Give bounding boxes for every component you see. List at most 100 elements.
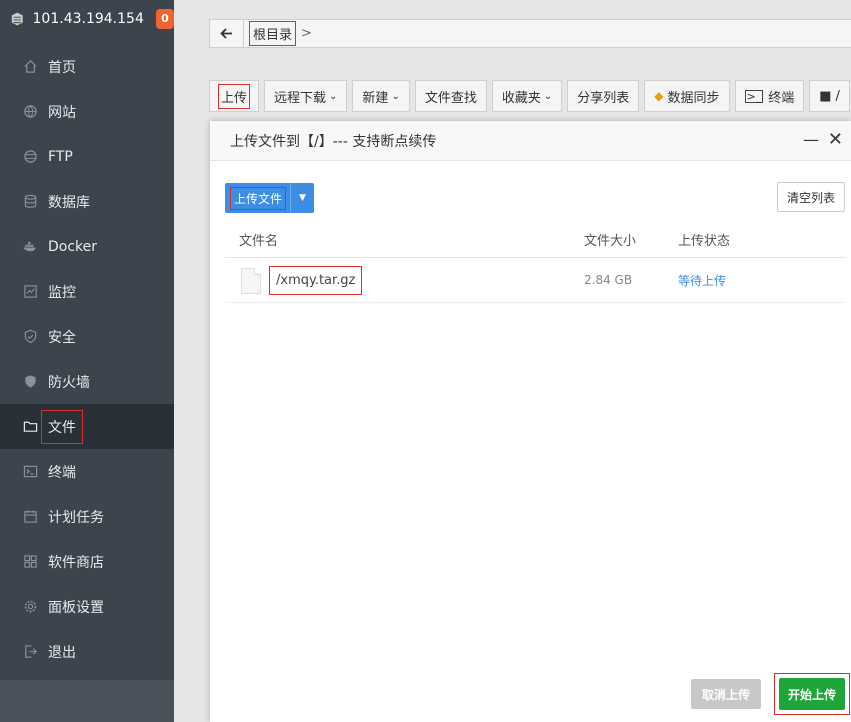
disk-icon: ■ — [819, 88, 832, 104]
disk-button[interactable]: ■ / — [809, 80, 850, 112]
database-icon — [22, 194, 38, 210]
share-list-label: 分享列表 — [577, 90, 630, 106]
terminal-label: 终端 — [768, 90, 795, 106]
dialog-header: 上传文件到【/】--- 支持断点续传 — ✕ — [210, 121, 851, 161]
sidebar-item-label: 首页 — [48, 59, 76, 76]
sidebar: 101.43.194.154 0 首页 网站 FTP 数据库 Docker 监控 — [0, 0, 174, 722]
path-bar: 根目录 > — [209, 19, 851, 48]
remote-download-button[interactable]: 远程下载 ⌄ — [264, 80, 348, 112]
apps-icon — [22, 554, 38, 570]
sidebar-header: 101.43.194.154 0 — [0, 0, 174, 37]
sidebar-item-home[interactable]: 首页 — [0, 44, 174, 89]
sidebar-item-label: FTP — [48, 148, 73, 165]
file-size: 2.84 GB — [584, 273, 633, 287]
upload-dialog: 上传文件到【/】--- 支持断点续传 — ✕ 上传文件 ▼ 清空列表 文件名 文… — [210, 121, 851, 722]
new-label: 新建 — [362, 90, 389, 106]
sidebar-item-settings[interactable]: 面板设置 — [0, 584, 174, 629]
upload-file-button[interactable]: 上传文件 — [225, 183, 291, 213]
sidebar-item-label: 文件 — [41, 409, 83, 444]
file-name: /xmqy.tar.gz — [269, 266, 363, 295]
start-upload-highlight: 开始上传 — [774, 673, 850, 715]
sidebar-item-firewall[interactable]: 防火墙 — [0, 359, 174, 404]
sidebar-item-logout[interactable]: 退出 — [0, 629, 174, 674]
share-list-button[interactable]: 分享列表 — [567, 80, 640, 112]
sidebar-item-label: 退出 — [48, 644, 76, 661]
upload-file-button-group: 上传文件 ▼ — [225, 183, 315, 213]
favorites-label: 收藏夹 — [501, 90, 541, 106]
column-header-name: 文件名 — [239, 234, 279, 249]
globe-icon — [22, 104, 38, 120]
sidebar-item-database[interactable]: 数据库 — [0, 179, 174, 224]
column-header-size: 文件大小 — [584, 234, 637, 249]
sidebar-item-website[interactable]: 网站 — [0, 89, 174, 134]
cancel-upload-button[interactable]: 取消上传 — [691, 679, 761, 709]
terminal-button[interactable]: >_ 终端 — [734, 80, 805, 112]
data-sync-label: 数据同步 — [667, 90, 720, 106]
file-search-label: 文件查找 — [424, 90, 477, 106]
sidebar-item-label: 软件商店 — [48, 554, 104, 571]
file-toolbar: 上传 远程下载 ⌄ 新建 ⌄ 文件查找 收藏夹 ⌄ 分享列表 ◆ 数据同步 >_ 终端 ■… — [209, 80, 850, 112]
upload-status: 等待上传 — [678, 273, 727, 288]
sidebar-menu: 首页 网站 FTP 数据库 Docker 监控 安全 防火墙 文件 终端 计划任… — [0, 44, 174, 674]
remote-download-label: 远程下载 — [274, 90, 327, 106]
upload-button-label: 上传 — [217, 83, 251, 109]
server-logo-icon — [11, 12, 23, 25]
chevron-down-icon: ⌄ — [391, 90, 400, 102]
sidebar-item-ftp[interactable]: FTP — [0, 134, 174, 179]
data-sync-button[interactable]: ◆ 数据同步 — [644, 80, 730, 112]
column-header-status: 上传状态 — [678, 234, 731, 249]
sidebar-item-label: Docker — [48, 238, 98, 255]
clear-list-button[interactable]: 清空列表 — [776, 182, 845, 212]
sidebar-item-label: 网站 — [48, 104, 76, 121]
disk-label: / — [835, 88, 840, 104]
sidebar-footer — [0, 680, 174, 722]
sidebar-item-label: 防火墙 — [48, 374, 90, 391]
minimize-icon[interactable]: — — [803, 130, 819, 149]
sidebar-item-files[interactable]: 文件 — [0, 404, 174, 449]
upload-file-label: 上传文件 — [229, 186, 287, 210]
folder-icon — [22, 419, 38, 435]
gear-icon — [22, 599, 38, 615]
sidebar-item-label: 监控 — [48, 284, 76, 301]
sidebar-item-label: 数据库 — [48, 194, 90, 211]
chevron-down-icon: ⌄ — [329, 90, 338, 102]
close-icon[interactable]: ✕ — [828, 129, 843, 150]
breadcrumb-root[interactable]: 根目录 — [248, 21, 297, 46]
sidebar-item-terminal[interactable]: 终端 — [0, 449, 174, 494]
chevron-down-icon: ⌄ — [543, 90, 553, 102]
monitor-icon — [22, 284, 38, 300]
logout-icon — [22, 644, 38, 660]
back-button[interactable] — [210, 20, 244, 47]
file-icon — [241, 268, 261, 294]
start-upload-button[interactable]: 开始上传 — [779, 678, 845, 710]
table-row: /xmqy.tar.gz 2.84 GB 等待上传 — [225, 258, 845, 303]
sidebar-item-monitor[interactable]: 监控 — [0, 269, 174, 314]
sidebar-item-docker[interactable]: Docker — [0, 224, 174, 269]
arrow-left-icon — [220, 28, 232, 39]
favorites-button[interactable]: 收藏夹 ⌄ — [491, 80, 563, 112]
docker-icon — [22, 239, 38, 255]
terminal-icon — [22, 464, 38, 480]
calendar-icon — [22, 509, 38, 525]
upload-button[interactable]: 上传 — [209, 80, 260, 112]
sidebar-item-cron[interactable]: 计划任务 — [0, 494, 174, 539]
home-icon — [22, 59, 38, 75]
upload-table-header: 文件名 文件大小 上传状态 — [225, 222, 845, 258]
sidebar-item-label: 终端 — [48, 464, 76, 481]
breadcrumb-separator: > — [301, 26, 312, 41]
caret-down-icon[interactable]: ▼ — [290, 183, 315, 213]
sidebar-item-store[interactable]: 软件商店 — [0, 539, 174, 584]
new-button[interactable]: 新建 ⌄ — [352, 80, 410, 112]
shield-icon — [22, 329, 38, 345]
main-area: 根目录 > 上传 远程下载 ⌄ 新建 ⌄ 文件查找 收藏夹 ⌄ 分享列表 ◆ 数据同步 … — [174, 0, 851, 722]
terminal-icon: >_ — [744, 89, 764, 103]
ftp-icon — [22, 149, 38, 165]
sidebar-item-label: 安全 — [48, 329, 76, 346]
dialog-title: 上传文件到【/】--- 支持断点续传 — [230, 133, 437, 150]
sidebar-item-label: 计划任务 — [48, 509, 104, 526]
diamond-icon: ◆ — [654, 89, 664, 103]
sidebar-item-security[interactable]: 安全 — [0, 314, 174, 359]
file-search-button[interactable]: 文件查找 — [414, 80, 487, 112]
firewall-icon — [22, 374, 38, 390]
notification-badge[interactable]: 0 — [155, 8, 174, 29]
